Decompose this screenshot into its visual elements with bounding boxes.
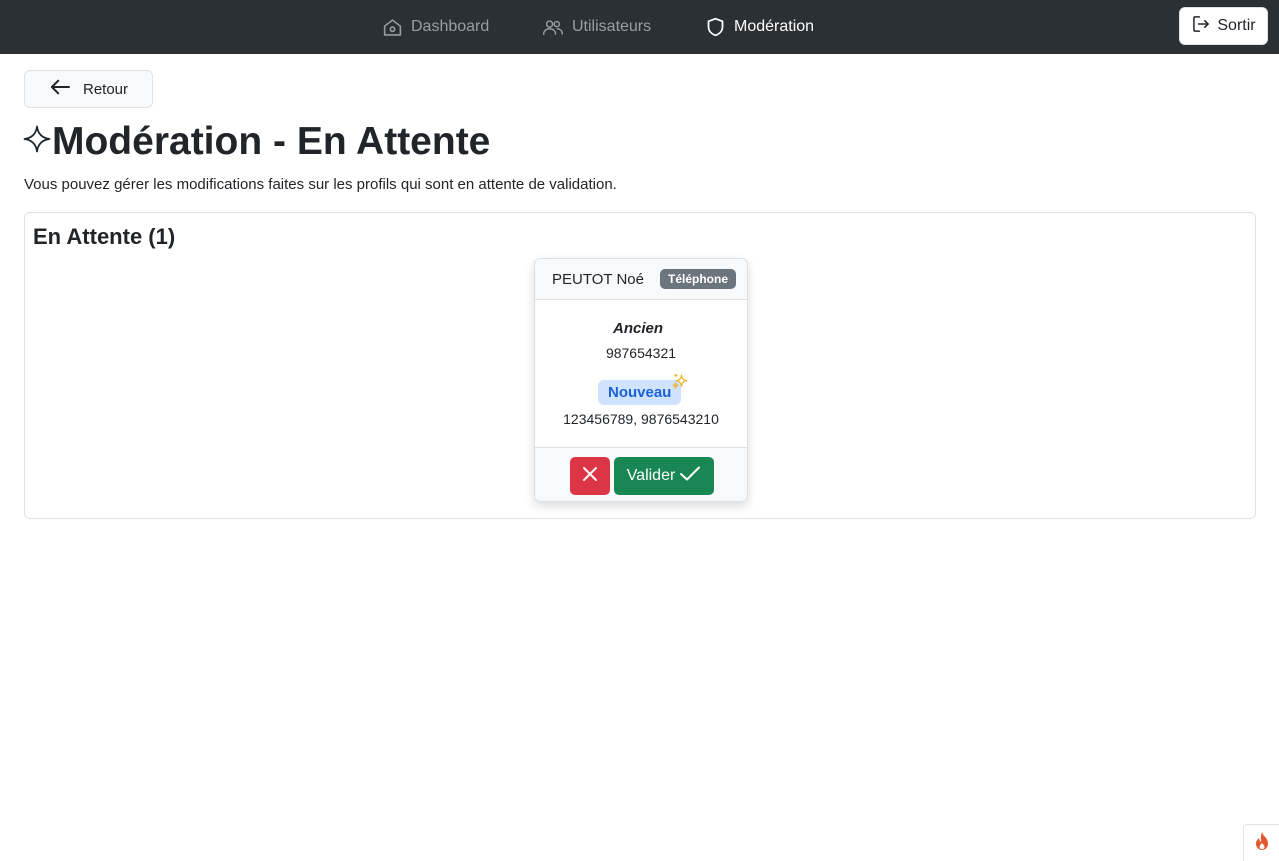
- field-badge: Téléphone: [659, 269, 736, 289]
- logout-button[interactable]: Sortir: [1179, 7, 1268, 45]
- top-navbar: Dashboard Utilisateurs Modération Sortir: [0, 0, 1279, 54]
- nav-users[interactable]: Utilisateurs: [542, 0, 651, 54]
- old-value: 987654321: [605, 345, 677, 361]
- reject-button[interactable]: [570, 456, 610, 495]
- nav-moderation[interactable]: Modération: [705, 0, 814, 54]
- page-title-text: Modération - En Attente: [52, 120, 491, 163]
- x-icon: [582, 466, 598, 485]
- shield-icon: [705, 16, 726, 38]
- people-icon: [542, 17, 564, 38]
- nav-dashboard-label: Dashboard: [411, 18, 490, 35]
- pending-heading: En Attente (1): [33, 224, 176, 249]
- moderation-card: PEUTOT Noé Téléphone Ancien 987654321 No…: [534, 258, 748, 502]
- arrow-left-icon: [49, 78, 71, 100]
- check-icon: [679, 464, 701, 487]
- new-value: 123456789, 9876543210: [563, 411, 719, 427]
- nav-moderation-label: Modération: [734, 18, 815, 35]
- card-body: Ancien 987654321 Nouveau 123456789, 9876…: [535, 300, 747, 447]
- new-value-label-wrap: Nouveau: [598, 373, 688, 405]
- corner-toolbar-toggle[interactable]: [1243, 824, 1279, 861]
- new-value-label: Nouveau: [598, 380, 682, 405]
- sparkles-icon: [671, 372, 689, 395]
- house-icon: [382, 17, 403, 38]
- sparkle-outline-icon: [22, 120, 52, 164]
- logout-icon: [1191, 14, 1211, 39]
- validate-label: Valider: [626, 466, 676, 484]
- page-description: Vous pouvez gérer les modifications fait…: [24, 176, 617, 193]
- nav-users-label: Utilisateurs: [572, 18, 652, 35]
- card-header: PEUTOT Noé Téléphone: [535, 259, 747, 300]
- logout-label: Sortir: [1217, 17, 1256, 34]
- card-footer: Valider: [535, 447, 747, 501]
- validate-button[interactable]: Valider: [614, 456, 714, 495]
- nav-dashboard[interactable]: Dashboard: [382, 0, 489, 54]
- card-user-name: PEUTOT Noé: [552, 270, 644, 288]
- flame-icon: [1254, 831, 1270, 856]
- back-label: Retour: [82, 80, 129, 98]
- page-title: Modération - En Attente: [22, 118, 490, 166]
- back-button[interactable]: Retour: [24, 70, 153, 108]
- old-value-label: Ancien: [612, 320, 663, 337]
- pending-panel: En Attente (1) PEUTOT Noé Téléphone Anci…: [24, 212, 1256, 519]
